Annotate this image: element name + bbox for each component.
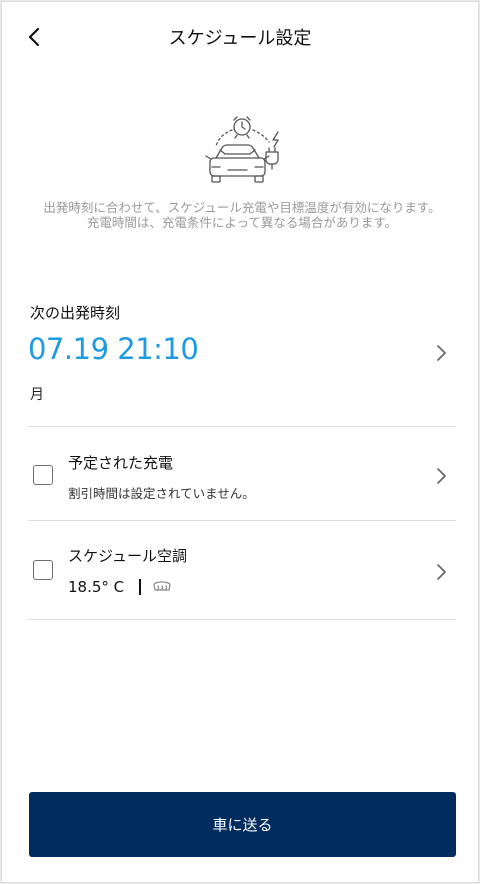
info-line-2: 充電時間は、充電条件によって異なる場合があります。 (86, 215, 398, 230)
target-temperature: 18.5° C (68, 578, 125, 596)
defrost-icon (153, 581, 171, 591)
header-bar: スケジュール設定 (2, 2, 478, 72)
send-to-car-button[interactable]: 車に送る (29, 792, 456, 857)
separator (139, 579, 141, 595)
scheduled-climate-checkbox[interactable] (33, 560, 53, 580)
next-departure-label: 次の出発時刻 (30, 304, 121, 322)
page-title: スケジュール設定 (168, 28, 312, 49)
scheduled-climate-title: スケジュール空調 (68, 547, 187, 565)
chevron-right-icon[interactable] (434, 563, 448, 581)
scheduled-charging-subtitle: 割引時間は設定されていません。 (68, 486, 255, 501)
divider (28, 619, 456, 620)
scheduled-charging-checkbox[interactable] (33, 465, 53, 485)
divider (28, 426, 456, 427)
chevron-right-icon[interactable] (434, 344, 448, 362)
car-charging-illustration-icon (205, 116, 279, 183)
app-screen: スケジュール設定 出発時刻に合わせて、スケジュール充電や目標温度が有効になります… (1, 1, 479, 883)
info-line-1: 出発時刻に合わせて、スケジュール充電や目標温度が有効になります。 (43, 200, 441, 215)
info-text: 出発時刻に合わせて、スケジュール充電や目標温度が有効になります。 充電時間は、充… (30, 200, 454, 230)
scheduled-charging-title: 予定された充電 (68, 454, 174, 472)
departure-day: 月 (30, 387, 44, 403)
chevron-right-icon[interactable] (434, 467, 448, 485)
divider (28, 520, 456, 521)
next-departure-time[interactable]: 07.19 21:10 (28, 332, 199, 366)
